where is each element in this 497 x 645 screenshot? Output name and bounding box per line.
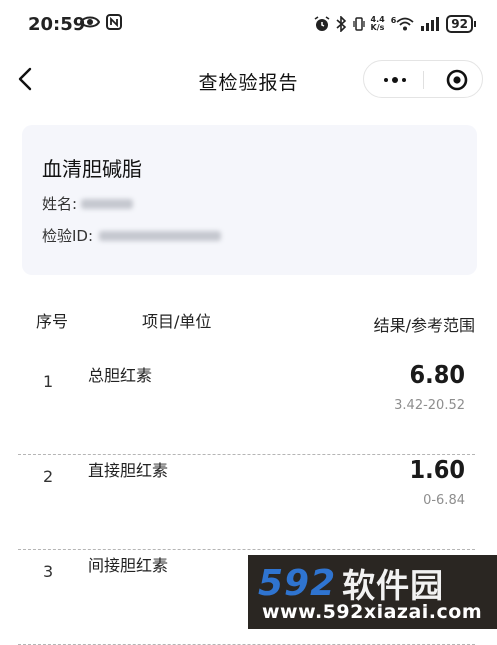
header-item: 项目/单位 [142, 312, 212, 331]
miniprogram-capsule [363, 60, 483, 98]
row-reference-range: 0-6.84 [423, 493, 465, 508]
header-no: 序号 [36, 312, 69, 331]
row-item-name: 总胆红素 [88, 366, 153, 385]
redacted-name [81, 198, 134, 209]
network-speed: 4.4 K/s [370, 15, 385, 32]
row-number: 3 [43, 562, 54, 581]
alarm-icon [314, 16, 329, 31]
row-reference-range: 3.42-20.52 [394, 398, 465, 413]
row-item-name: 直接胆红素 [88, 461, 169, 480]
watermark-name: 软件园 [342, 566, 445, 605]
watermark-url: www.592xiazai.com [262, 601, 483, 623]
test-id-row: 检验ID: [42, 225, 222, 246]
header-result: 结果/参考范围 [373, 316, 475, 335]
row-result-value: 6.80 [409, 360, 466, 389]
status-right-icons: 4.4 K/s 6 92 [314, 15, 476, 33]
signal-icon [421, 17, 440, 31]
more-button[interactable] [378, 71, 412, 89]
row-item-name: 间接胆红素 [88, 556, 169, 575]
close-circle-button[interactable] [446, 69, 468, 91]
name-label: 姓名: [42, 195, 78, 213]
row-number: 2 [43, 467, 54, 486]
id-label: 检验ID: [42, 227, 94, 245]
watermark-logo: 592 软件园 www.592xiazai.com [248, 555, 497, 629]
row-result-value: 1.60 [409, 455, 466, 484]
table-row: 1 总胆红素 6.80 3.42-20.52 [18, 360, 475, 455]
nfc-icon [106, 14, 122, 30]
vibrate-icon [352, 17, 365, 31]
report-title: 血清胆碱脂 [42, 157, 142, 181]
watermark-number: 592 [258, 562, 337, 604]
patient-name-row: 姓名: [42, 193, 134, 214]
status-left-icons [80, 14, 122, 30]
redacted-id [99, 230, 222, 241]
eye-icon [80, 16, 100, 28]
table-row: 2 直接胆红素 1.60 0-6.84 [18, 455, 475, 550]
status-time: 20:59 [28, 14, 86, 35]
capsule-divider [423, 71, 424, 89]
bluetooth-icon [336, 16, 346, 32]
wifi-indicator: 6 [391, 17, 415, 31]
nav-bar: 查检验报告 [0, 52, 497, 110]
row-number: 1 [43, 372, 54, 391]
more-dots-icon [384, 78, 388, 82]
battery-indicator: 92 [446, 15, 476, 33]
status-bar: 20:59 4.4 K/s 6 92 [0, 0, 497, 52]
report-info-card: 血清胆碱脂 姓名: 检验ID: [22, 125, 477, 275]
wifi-icon [396, 17, 414, 31]
